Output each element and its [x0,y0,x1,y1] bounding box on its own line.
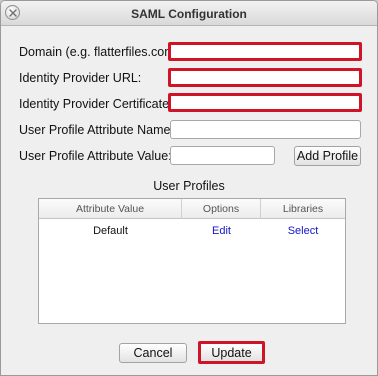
idp-url-label: Identity Provider URL: [19,71,142,85]
domain-input[interactable] [168,42,362,61]
saml-configuration-dialog: SAML Configuration Domain (e.g. flatterf… [0,0,378,376]
attribute-value-input[interactable] [170,146,275,165]
table-row: Default Edit Select [39,222,345,240]
user-profiles-title: User Profiles [153,179,225,193]
domain-label: Domain (e.g. flatterfiles.com): [19,45,183,59]
dialog-title: SAML Configuration [131,7,247,21]
attribute-name-input[interactable] [170,120,361,139]
title-bar: SAML Configuration [1,1,377,26]
update-button[interactable]: Update [198,341,265,364]
column-header-attribute-value[interactable]: Attribute Value [39,199,182,219]
column-header-options[interactable]: Options [182,199,261,219]
attribute-name-label: User Profile Attribute Name: [19,123,174,137]
edit-link[interactable]: Edit [182,222,261,240]
idp-certificate-input[interactable] [168,93,362,112]
cancel-button[interactable]: Cancel [119,343,187,363]
attribute-value-label: User Profile Attribute Value: [19,149,172,163]
user-profiles-table: Attribute Value Options Libraries Defaul… [38,198,346,324]
table-header: Attribute Value Options Libraries [39,199,345,219]
idp-url-input[interactable] [168,68,362,87]
idp-certificate-label: Identity Provider Certificate: [19,97,173,111]
column-header-libraries[interactable]: Libraries [261,199,345,219]
add-profile-button[interactable]: Add Profile [294,146,361,166]
select-link[interactable]: Select [261,222,345,240]
row-attribute-value: Default [93,225,128,237]
